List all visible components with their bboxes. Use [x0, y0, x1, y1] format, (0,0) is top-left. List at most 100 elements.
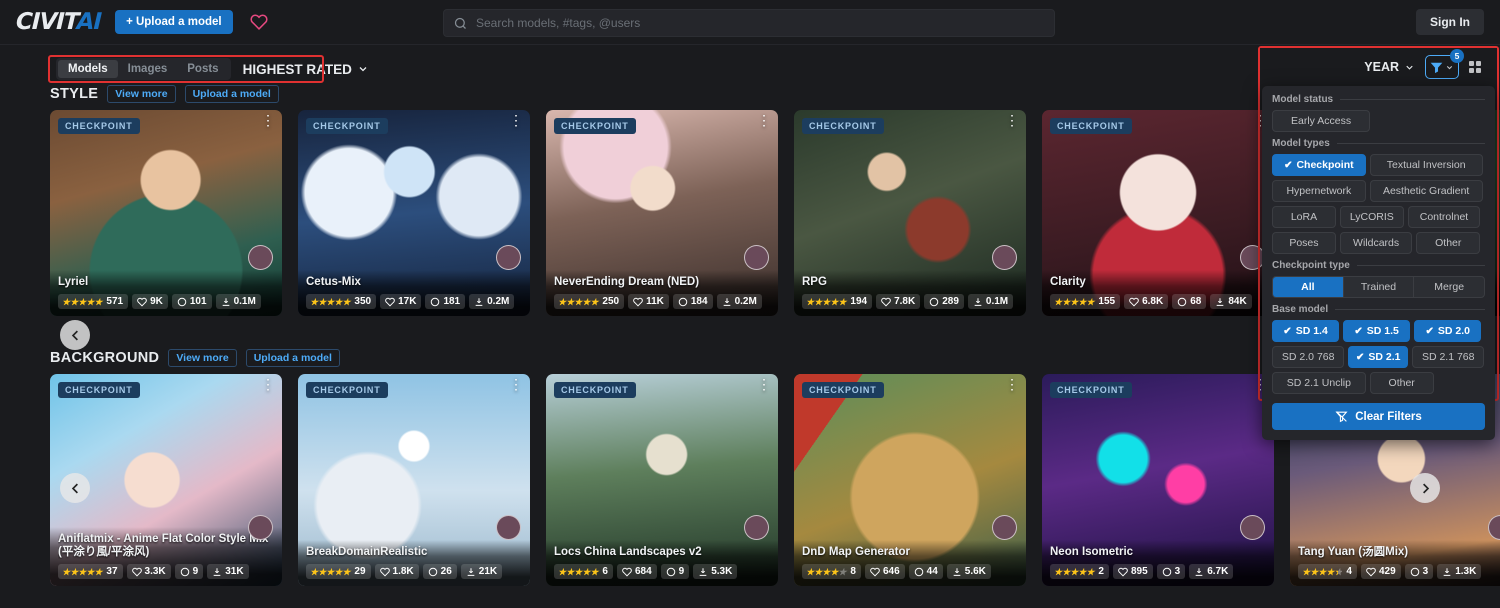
model-card[interactable]: CHECKPOINT ⋮ NeverEnding Dream (NED) ★ ★ ★…: [546, 110, 778, 316]
filter-count-badge: 5: [1450, 49, 1464, 63]
card-footer: Locs China Landscapes v2 ★ ★ ★ ★ ★ 6 684 9 5…: [546, 540, 778, 586]
likes-count: 684: [634, 566, 652, 577]
check-icon: ✔: [1284, 159, 1293, 171]
chip-controlnet[interactable]: Controlnet: [1407, 206, 1481, 228]
downloads-stat: 5.3K: [693, 564, 738, 579]
downloads-count: 5.6K: [964, 566, 986, 577]
tab-images[interactable]: Images: [118, 60, 178, 78]
chip-sd-1-4[interactable]: ✔ SD 1.4: [1272, 320, 1340, 342]
card-menu-button[interactable]: ⋮: [1005, 113, 1019, 127]
heart-icon[interactable]: [249, 12, 269, 32]
clear-filters-button[interactable]: Clear Filters: [1272, 403, 1485, 430]
chip-sd-2-0[interactable]: ✔ SD 2.0: [1414, 320, 1482, 342]
upload-a-model-button[interactable]: + Upload a model: [115, 10, 233, 34]
likes-count: 646: [882, 566, 900, 577]
download-icon: [699, 567, 707, 576]
upload-a-model-button[interactable]: Upload a model: [184, 85, 279, 103]
rating-count: 37: [106, 566, 118, 577]
search-input[interactable]: [468, 16, 1045, 30]
downloads-stat: 84K: [1210, 294, 1252, 309]
avatar[interactable]: [248, 515, 273, 540]
card-menu-button[interactable]: ⋮: [509, 377, 523, 391]
comments-stat: 289: [924, 294, 964, 309]
chip-other-base-model[interactable]: Other: [1369, 372, 1434, 394]
model-title: RPG: [802, 276, 827, 288]
model-card[interactable]: CHECKPOINT ⋮ RPG ★ ★ ★ ★ ★ 194 7.8K 289 0.1M: [794, 110, 1026, 316]
star-rating: ★★★★★: [558, 566, 599, 577]
rating-count: 571: [106, 296, 124, 307]
avatar[interactable]: [744, 515, 769, 540]
card-menu-button[interactable]: ⋮: [261, 113, 275, 127]
card-menu-button[interactable]: ⋮: [1005, 377, 1019, 391]
download-icon: [222, 297, 229, 306]
period-dropdown[interactable]: YEAR: [1364, 60, 1415, 74]
chip-wildcards[interactable]: Wildcards: [1339, 232, 1413, 254]
model-card[interactable]: CHECKPOINT ⋮ DnD Map Generator ★ ★ ★ ★ ★ 8 6…: [794, 374, 1026, 586]
carousel-prev-button[interactable]: [60, 320, 90, 350]
comments-stat: 26: [422, 564, 457, 579]
carousel-next-button[interactable]: [1410, 473, 1440, 503]
segment-merge[interactable]: Merge: [1414, 277, 1484, 297]
chip-lycoris[interactable]: LyCORIS: [1339, 206, 1404, 228]
download-icon: [953, 567, 961, 576]
comments-stat: 3: [1404, 564, 1434, 579]
civitai-logo[interactable]: CIVITAI: [16, 9, 102, 35]
chip-hypernetwork[interactable]: Hypernetwork: [1272, 180, 1366, 202]
likes-count: 6.8K: [1142, 296, 1164, 307]
card-menu-button[interactable]: ⋮: [509, 113, 523, 127]
segment-all[interactable]: All: [1273, 277, 1344, 297]
avatar[interactable]: [1240, 515, 1265, 540]
star-rating: ★★★★★: [806, 566, 847, 577]
model-card[interactable]: CHECKPOINT ⋮ Lyriel ★ ★ ★ ★ ★ 571 9K 101 0.1…: [50, 110, 282, 316]
model-card[interactable]: CHECKPOINT ⋮ Locs China Landscapes v2 ★ ★…: [546, 374, 778, 586]
card-menu-button[interactable]: ⋮: [757, 377, 771, 391]
rating-count: 194: [850, 296, 868, 307]
chip-aesthetic-gradient[interactable]: Aesthetic Gradient: [1369, 180, 1483, 202]
comments-count: 181: [443, 296, 461, 307]
avatar[interactable]: [992, 515, 1017, 540]
chip-poses[interactable]: Poses: [1272, 232, 1336, 254]
chip-sd-2-1-unclip[interactable]: SD 2.1 Unclip: [1272, 372, 1366, 394]
avatar[interactable]: [248, 245, 273, 270]
chip-other-model-type[interactable]: Other: [1416, 232, 1481, 254]
card-menu-button[interactable]: ⋮: [757, 113, 771, 127]
sign-in-button[interactable]: Sign In: [1416, 9, 1484, 35]
rating-count: 250: [602, 296, 620, 307]
segment-trained[interactable]: Trained: [1344, 277, 1415, 297]
model-card[interactable]: CHECKPOINT ⋮ Neon Isometric ★ ★ ★ ★ ★ 2 895 …: [1042, 374, 1274, 586]
avatar[interactable]: [992, 245, 1017, 270]
upload-a-model-button[interactable]: Upload a model: [245, 349, 340, 367]
card-menu-button[interactable]: ⋮: [261, 377, 275, 391]
avatar[interactable]: [496, 515, 521, 540]
chip-sd-2-1[interactable]: ✔ SD 2.1: [1348, 346, 1409, 368]
search-bar[interactable]: [443, 9, 1055, 37]
view-more-button[interactable]: View more: [168, 349, 237, 367]
chip-textual-inversion[interactable]: Textual Inversion: [1369, 154, 1483, 176]
chip-lora[interactable]: LoRA: [1272, 206, 1336, 228]
chip-sd-1-5[interactable]: ✔ SD 1.5: [1343, 320, 1411, 342]
comments-stat: 181: [425, 294, 466, 309]
comments-stat: 44: [908, 564, 943, 579]
comments-count: 9: [192, 566, 199, 577]
chip-early-access[interactable]: Early Access: [1272, 110, 1371, 132]
model-types-chips: ✔ Checkpoint Textual Inversion Hypernetwo…: [1272, 154, 1485, 254]
filter-button[interactable]: 5: [1425, 49, 1464, 79]
star-rating: ★★★★★: [310, 296, 351, 307]
tab-posts[interactable]: Posts: [177, 60, 228, 78]
chip-sd-2-1-768[interactable]: SD 2.1 768: [1412, 346, 1485, 368]
view-more-button[interactable]: View more: [107, 85, 176, 103]
sort-dropdown[interactable]: HIGHEST RATED: [243, 62, 369, 77]
model-card[interactable]: CHECKPOINT ⋮ BreakDomainRealistic ★ ★ ★ ★ ★ …: [298, 374, 530, 586]
carousel-prev-button[interactable]: [60, 473, 90, 503]
tab-models[interactable]: Models: [58, 60, 118, 78]
rating-stat: ★ ★ ★ ★ ★ 194: [802, 294, 873, 309]
chip-checkpoint[interactable]: ✔ Checkpoint: [1272, 154, 1366, 176]
download-icon: [475, 297, 483, 306]
chip-sd-2-0-768[interactable]: SD 2.0 768: [1272, 346, 1345, 368]
grid-view-icon[interactable]: [1469, 61, 1481, 73]
avatar[interactable]: [744, 245, 769, 270]
model-card[interactable]: CHECKPOINT ⋮ Clarity ★ ★ ★ ★ ★ 155 6.8K 68 8…: [1042, 110, 1274, 316]
avatar[interactable]: [496, 245, 521, 270]
model-card[interactable]: CHECKPOINT ⋮ Cetus-Mix ★ ★ ★ ★ ★ 350 17K 181…: [298, 110, 530, 316]
logo-accent-text: AI: [76, 9, 102, 35]
